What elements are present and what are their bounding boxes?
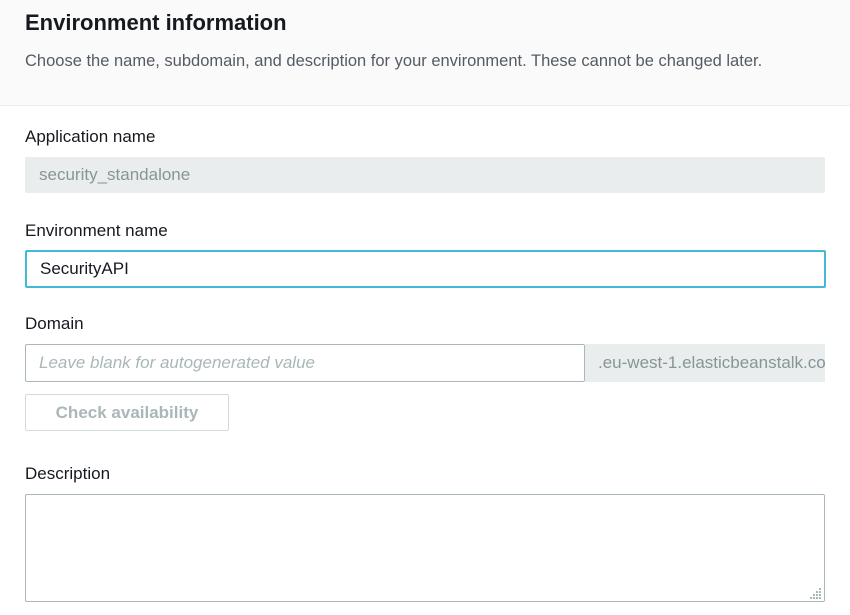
environment-name-input[interactable] bbox=[25, 250, 826, 288]
description-label: Description bbox=[25, 464, 111, 483]
domain-input[interactable] bbox=[25, 344, 585, 382]
section-title: Environment information bbox=[25, 10, 287, 35]
resize-handle-icon[interactable] bbox=[810, 587, 822, 599]
application-name-label: Application name bbox=[25, 127, 156, 146]
domain-label: Domain bbox=[25, 314, 84, 333]
check-availability-button[interactable]: Check availability bbox=[25, 394, 229, 431]
application-name-field: security_standalone bbox=[25, 157, 825, 193]
section-subtitle: Choose the name, subdomain, and descript… bbox=[25, 52, 763, 70]
domain-suffix: .eu-west-1.elasticbeanstalk.com bbox=[585, 344, 825, 382]
environment-name-label: Environment name bbox=[25, 221, 168, 240]
section-header: Environment information Choose the name,… bbox=[0, 0, 850, 106]
description-textarea[interactable] bbox=[25, 494, 825, 602]
